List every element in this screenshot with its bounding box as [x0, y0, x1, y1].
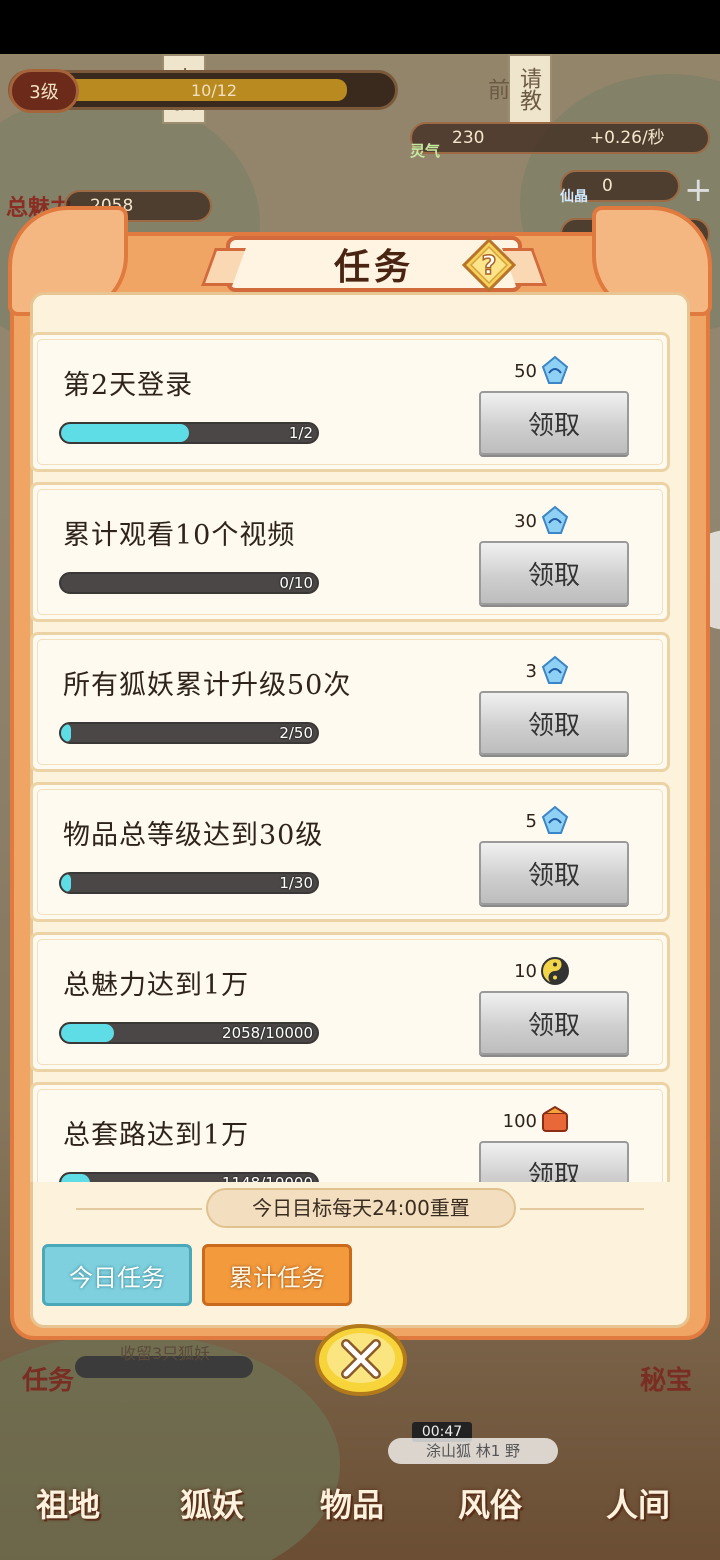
reward-value: 10	[514, 960, 537, 982]
task-title: 物品总等级达到30级	[63, 820, 324, 851]
qi-value: 230	[452, 128, 485, 148]
task-progress-bar: 1148/10000	[59, 1172, 319, 1182]
task-progress-bar: 0/10	[59, 572, 319, 594]
task-card: 累计观看10个视频 0/10 30 领取	[30, 482, 670, 622]
level-badge: 3级	[9, 69, 79, 113]
close-button[interactable]	[314, 1322, 408, 1402]
nav-items[interactable]: 物品	[320, 1480, 384, 1526]
nav-fox-spirits[interactable]: 狐妖	[180, 1480, 244, 1526]
task-progress-bar: 2058/10000	[59, 1022, 319, 1044]
task-title: 所有狐妖累计升级50次	[63, 670, 352, 701]
nav-customs[interactable]: 风俗	[458, 1480, 522, 1526]
task-card: 物品总等级达到30级 1/30 5 领取	[30, 782, 670, 922]
tutorial-sign[interactable]: 请教前	[484, 54, 552, 124]
crystal-icon	[541, 355, 569, 384]
task-reward: 100	[503, 1103, 571, 1139]
task-progress-text: 2058/10000	[222, 1024, 313, 1042]
crystal-icon	[541, 655, 569, 684]
level-bar: 3级 10/12	[8, 69, 398, 113]
claim-button[interactable]: 领取	[479, 1141, 629, 1182]
level-progress-text: 10/12	[191, 81, 238, 100]
task-card: 第2天登录 1/2 50 领取	[30, 332, 670, 472]
task-title: 第2天登录	[63, 370, 194, 401]
status-bar	[0, 0, 720, 54]
task-card: 总套路达到1万 1148/10000 100 领取	[30, 1082, 670, 1182]
reward-value: 30	[514, 510, 537, 532]
help-icon[interactable]: ?	[462, 238, 516, 292]
crystal-icon	[541, 505, 569, 534]
gem-label: 仙晶	[560, 189, 588, 205]
tab-daily-tasks[interactable]: 今日任务	[42, 1244, 192, 1306]
task-progress-fill	[61, 1174, 91, 1182]
task-progress-bar: 1/30	[59, 872, 319, 894]
nav-ancestral-land[interactable]: 祖地	[36, 1480, 100, 1526]
task-title: 总套路达到1万	[63, 1120, 250, 1151]
crystal-icon	[541, 805, 569, 834]
gem-value: 0	[602, 176, 613, 196]
reset-note-bar: 今日目标每天24:00重置	[76, 1184, 644, 1234]
reward-value: 50	[514, 360, 537, 382]
task-list[interactable]: 第2天登录 1/2 50 领取 累计观看10个视频 0/10 30 领取 所有狐…	[30, 330, 670, 1182]
task-reward: 10	[514, 953, 571, 989]
yinyang-icon	[541, 957, 569, 985]
red-dust-icon	[542, 1105, 568, 1132]
task-progress-text: 1/30	[279, 874, 313, 892]
behind-treasure-label: 秘宝	[640, 1366, 693, 1396]
task-title: 累计观看10个视频	[63, 520, 296, 551]
bottom-nav: 祖地 狐妖 物品 风俗 人间	[0, 1460, 720, 1560]
task-reward: 3	[526, 653, 571, 689]
task-card: 总魅力达到1万 2058/10000 10 领取	[30, 932, 670, 1072]
reset-note: 今日目标每天24:00重置	[206, 1188, 516, 1228]
task-progress-text: 1148/10000	[222, 1174, 313, 1182]
claim-button[interactable]: 领取	[479, 691, 629, 755]
task-card: 所有狐妖累计升级50次 2/50 3 领取	[30, 632, 670, 772]
task-progress-fill	[61, 1024, 114, 1042]
qi-resource: 230 +0.26/秒	[410, 122, 710, 154]
task-progress-text: 1/2	[288, 424, 313, 442]
dialog-title: 任务	[333, 247, 414, 288]
task-progress-bar: 2/50	[59, 722, 319, 744]
claim-button[interactable]: 领取	[479, 541, 629, 605]
behind-task-text: 收留3只狐妖	[120, 1344, 211, 1363]
task-progress-text: 0/10	[279, 574, 313, 592]
task-title: 总魅力达到1万	[63, 970, 250, 1001]
task-reward: 50	[514, 353, 571, 389]
claim-button[interactable]: 领取	[479, 391, 629, 455]
task-progress-fill	[61, 874, 72, 892]
behind-task-label: 任务	[22, 1366, 75, 1396]
task-progress-text: 2/50	[279, 724, 313, 742]
claim-button[interactable]: 领取	[479, 841, 629, 905]
task-reward: 30	[514, 503, 571, 539]
task-progress-bar: 1/2	[59, 422, 319, 444]
task-progress-fill	[61, 724, 72, 742]
reward-value: 100	[502, 1110, 537, 1132]
reward-value: 3	[525, 660, 537, 682]
reward-value: 5	[525, 810, 537, 832]
add-gem-button[interactable]: +	[684, 170, 713, 210]
qi-label: 灵气	[410, 142, 441, 160]
nav-human-world[interactable]: 人间	[606, 1480, 670, 1526]
task-progress-fill	[61, 424, 189, 442]
svg-text:?: ?	[481, 251, 496, 281]
task-reward: 5	[526, 803, 571, 839]
tab-cumulative-tasks[interactable]: 累计任务	[202, 1244, 352, 1306]
claim-button[interactable]: 领取	[479, 991, 629, 1055]
qi-rate: +0.26/秒	[589, 128, 665, 148]
